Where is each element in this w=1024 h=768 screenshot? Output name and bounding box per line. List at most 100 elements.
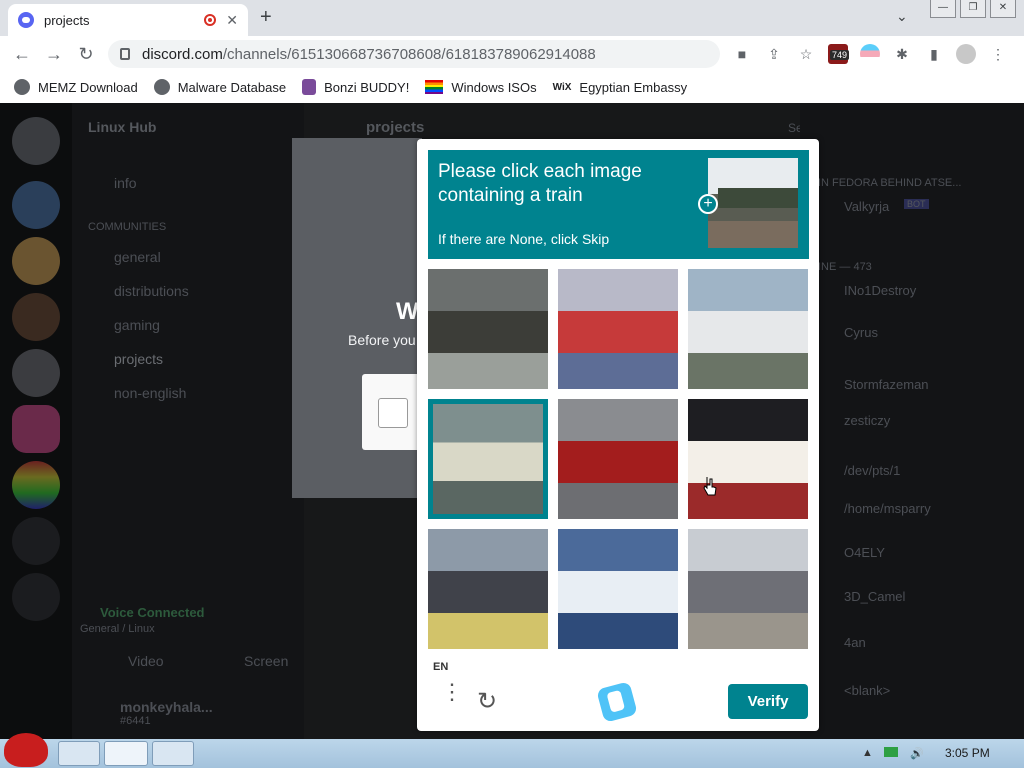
captcha-image-train[interactable] <box>428 529 548 649</box>
sidepanel-icon[interactable]: ▮ <box>924 44 944 64</box>
tab-projects[interactable]: projects ✕ <box>8 4 248 36</box>
back-arrow-icon[interactable]: ← <box>6 44 38 65</box>
camera-icon[interactable]: ■ <box>732 44 752 64</box>
captcha-image-train[interactable] <box>688 529 808 649</box>
captcha-question: Please click each image containing a tra… <box>438 161 642 206</box>
member-item[interactable]: zesticzy <box>844 413 890 428</box>
member-item[interactable]: /home/msparry <box>844 501 931 516</box>
member-item[interactable]: Valkyrja <box>844 199 889 214</box>
verification-text: Before you <box>348 332 416 348</box>
taskbar-chrome-icon[interactable] <box>104 741 148 766</box>
start-button-angry-bird-icon[interactable] <box>4 733 48 767</box>
channel-sidebar: Linux Hub info COMMUNITIES general distr… <box>72 103 304 739</box>
username[interactable]: monkeyhala... <box>120 699 213 715</box>
address-bar-row: ← → ↻ discord.com/channels/6151306687367… <box>0 36 1024 72</box>
member-item[interactable]: <blank> <box>844 683 890 698</box>
bookmark-label: Egyptian Embassy <box>579 79 688 95</box>
server-icon[interactable] <box>12 181 60 229</box>
server-icon[interactable] <box>12 237 60 285</box>
close-window-button[interactable]: ✕ <box>990 0 1016 18</box>
maximize-button[interactable]: ❐ <box>960 0 986 18</box>
screen-button[interactable]: Screen <box>244 653 288 669</box>
url-domain: discord.com <box>142 45 223 63</box>
channel-projects[interactable]: projects <box>114 351 163 367</box>
bookmark-egyptian-embassy[interactable]: WiX Egyptian Embassy <box>553 80 687 95</box>
clock[interactable]: 3:05 PM <box>945 746 990 760</box>
tray-arrow-icon[interactable]: ▲ <box>862 747 873 759</box>
bookmark-memz[interactable]: MEMZ Download <box>14 79 138 95</box>
verify-button[interactable]: Verify <box>728 684 808 719</box>
taskbar-opera-icon[interactable] <box>152 741 194 766</box>
server-name[interactable]: Linux Hub <box>88 119 156 135</box>
member-item[interactable]: INo1Destroy <box>844 283 916 298</box>
channel-distributions[interactable]: distributions <box>114 283 189 299</box>
menu-dots-icon[interactable]: ⋮ <box>441 681 463 703</box>
captcha-image-boat[interactable] <box>688 269 808 389</box>
bookmark-windows-isos[interactable]: Windows ISOs <box>425 79 537 95</box>
member-item[interactable]: O4ELY <box>844 545 885 560</box>
profile-avatar-icon[interactable] <box>956 44 976 64</box>
captcha-checkbox[interactable] <box>378 398 408 428</box>
omnibox[interactable]: discord.com/channels/615130668736708608/… <box>108 40 720 68</box>
taskbar-explorer-icon[interactable] <box>58 741 100 766</box>
taskbar: ▲ 🔊 3:05 PM <box>0 733 1024 768</box>
explore-icon[interactable] <box>12 573 60 621</box>
captcha-image-fire-truck[interactable] <box>558 399 678 519</box>
captcha-image-content <box>688 399 808 519</box>
mouse-cursor-icon <box>703 477 717 496</box>
channel-general[interactable]: general <box>114 249 161 265</box>
forward-arrow-icon[interactable]: → <box>38 44 70 65</box>
new-tab-button[interactable]: + <box>260 6 272 29</box>
bookmark-label: Windows ISOs <box>451 79 537 95</box>
channel-gaming[interactable]: gaming <box>114 317 160 333</box>
tab-search-chevron-icon[interactable]: ⌄ <box>896 8 908 25</box>
voice-sub: General / Linux <box>80 623 155 635</box>
expand-example-icon[interactable]: + <box>698 194 718 214</box>
extension-badge: 749 <box>830 50 850 60</box>
refresh-icon[interactable]: ↻ <box>477 687 497 716</box>
channel-info[interactable]: info <box>114 175 137 191</box>
server-icon[interactable] <box>12 349 60 397</box>
share-icon[interactable]: ⇪ <box>764 44 784 64</box>
recording-indicator-icon <box>204 14 217 26</box>
verification-panel: W Before you <box>292 138 422 498</box>
volume-icon[interactable]: 🔊 <box>910 747 924 760</box>
captcha-image-bus[interactable] <box>558 269 678 389</box>
category-communities[interactable]: COMMUNITIES <box>88 221 166 233</box>
verification-heading: W <box>396 298 419 325</box>
reload-icon[interactable]: ↻ <box>70 44 102 65</box>
globe-icon <box>153 79 170 95</box>
discord-home-icon[interactable] <box>12 117 60 165</box>
server-icon[interactable] <box>12 293 60 341</box>
bookmark-label: MEMZ Download <box>38 79 138 95</box>
battery-icon[interactable] <box>884 747 898 757</box>
add-server-icon[interactable] <box>12 517 60 565</box>
bookmark-star-icon[interactable]: ☆ <box>796 44 816 64</box>
server-icon-active[interactable] <box>12 405 60 453</box>
minimize-button[interactable]: — <box>930 0 956 18</box>
tab-close-icon[interactable]: ✕ <box>226 12 238 29</box>
channel-header: projects <box>366 119 425 136</box>
captcha-image-bicycle[interactable] <box>688 399 808 519</box>
puzzle-icon[interactable]: ✱ <box>892 44 912 64</box>
member-item[interactable]: /dev/pts/1 <box>844 463 900 478</box>
member-item[interactable]: Stormfazeman <box>844 377 929 392</box>
channel-non-english[interactable]: non-english <box>114 385 186 401</box>
captcha-image-bicycle[interactable] <box>428 269 548 389</box>
captcha-image-train[interactable] <box>428 399 548 519</box>
member-item[interactable]: 4an <box>844 635 866 650</box>
server-icon[interactable] <box>12 461 60 509</box>
captcha-image-sailboat[interactable] <box>558 529 678 649</box>
browser-chrome: projects ✕ + ⌄ — ❐ ✕ ← → ↻ discord.com/c… <box>0 0 1024 103</box>
flag-extension-icon[interactable] <box>860 44 880 64</box>
example-train-image <box>708 158 798 248</box>
member-item[interactable]: 3D_Camel <box>844 589 905 604</box>
bookmark-malware-db[interactable]: Malware Database <box>153 79 286 95</box>
captcha-widget <box>362 374 422 450</box>
video-button[interactable]: Video <box>128 653 164 669</box>
captcha-image-content <box>428 269 548 389</box>
menu-icon[interactable]: ⋮ <box>988 44 1008 64</box>
language-selector[interactable]: EN <box>433 661 448 673</box>
bookmark-bonzi[interactable]: Bonzi BUDDY! <box>302 79 409 95</box>
member-item[interactable]: Cyrus <box>844 325 878 340</box>
